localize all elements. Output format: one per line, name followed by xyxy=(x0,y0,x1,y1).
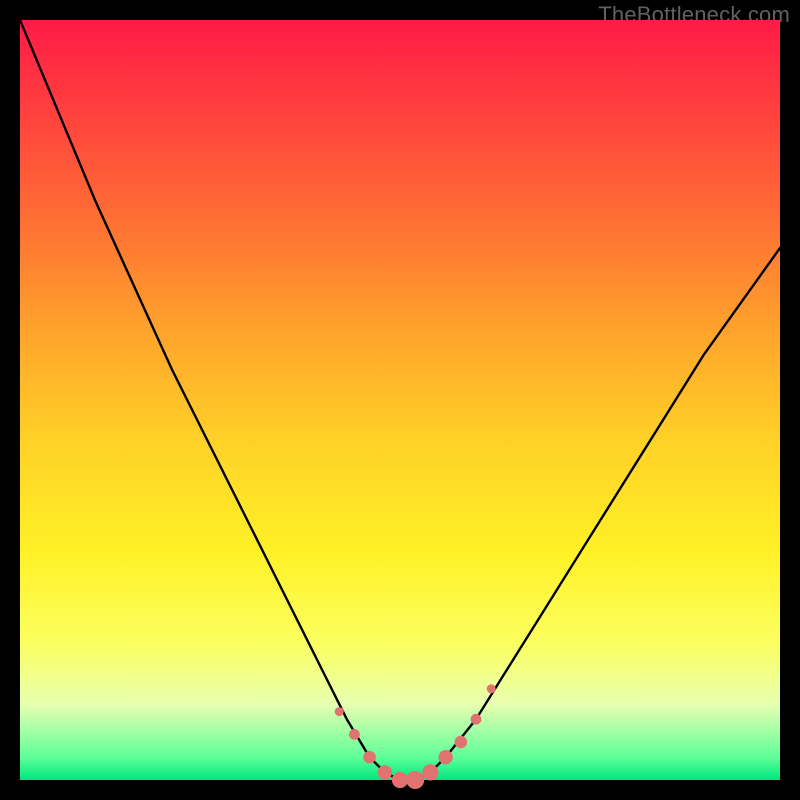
curve-overlay xyxy=(20,20,780,780)
trough-dot xyxy=(363,751,376,764)
trough-dot xyxy=(392,772,408,788)
plot-area xyxy=(20,20,780,780)
trough-dot xyxy=(335,707,344,716)
trough-dot xyxy=(455,736,468,749)
chart-stage: TheBottleneck.com xyxy=(0,0,800,800)
trough-dot xyxy=(378,765,392,779)
trough-dot xyxy=(438,750,452,764)
trough-dot xyxy=(406,771,424,789)
trough-dot xyxy=(349,729,360,740)
bottleneck-curve xyxy=(20,20,780,780)
trough-dots xyxy=(335,684,496,789)
trough-dot xyxy=(422,764,438,780)
trough-dot xyxy=(471,714,482,725)
trough-dot xyxy=(487,684,496,693)
